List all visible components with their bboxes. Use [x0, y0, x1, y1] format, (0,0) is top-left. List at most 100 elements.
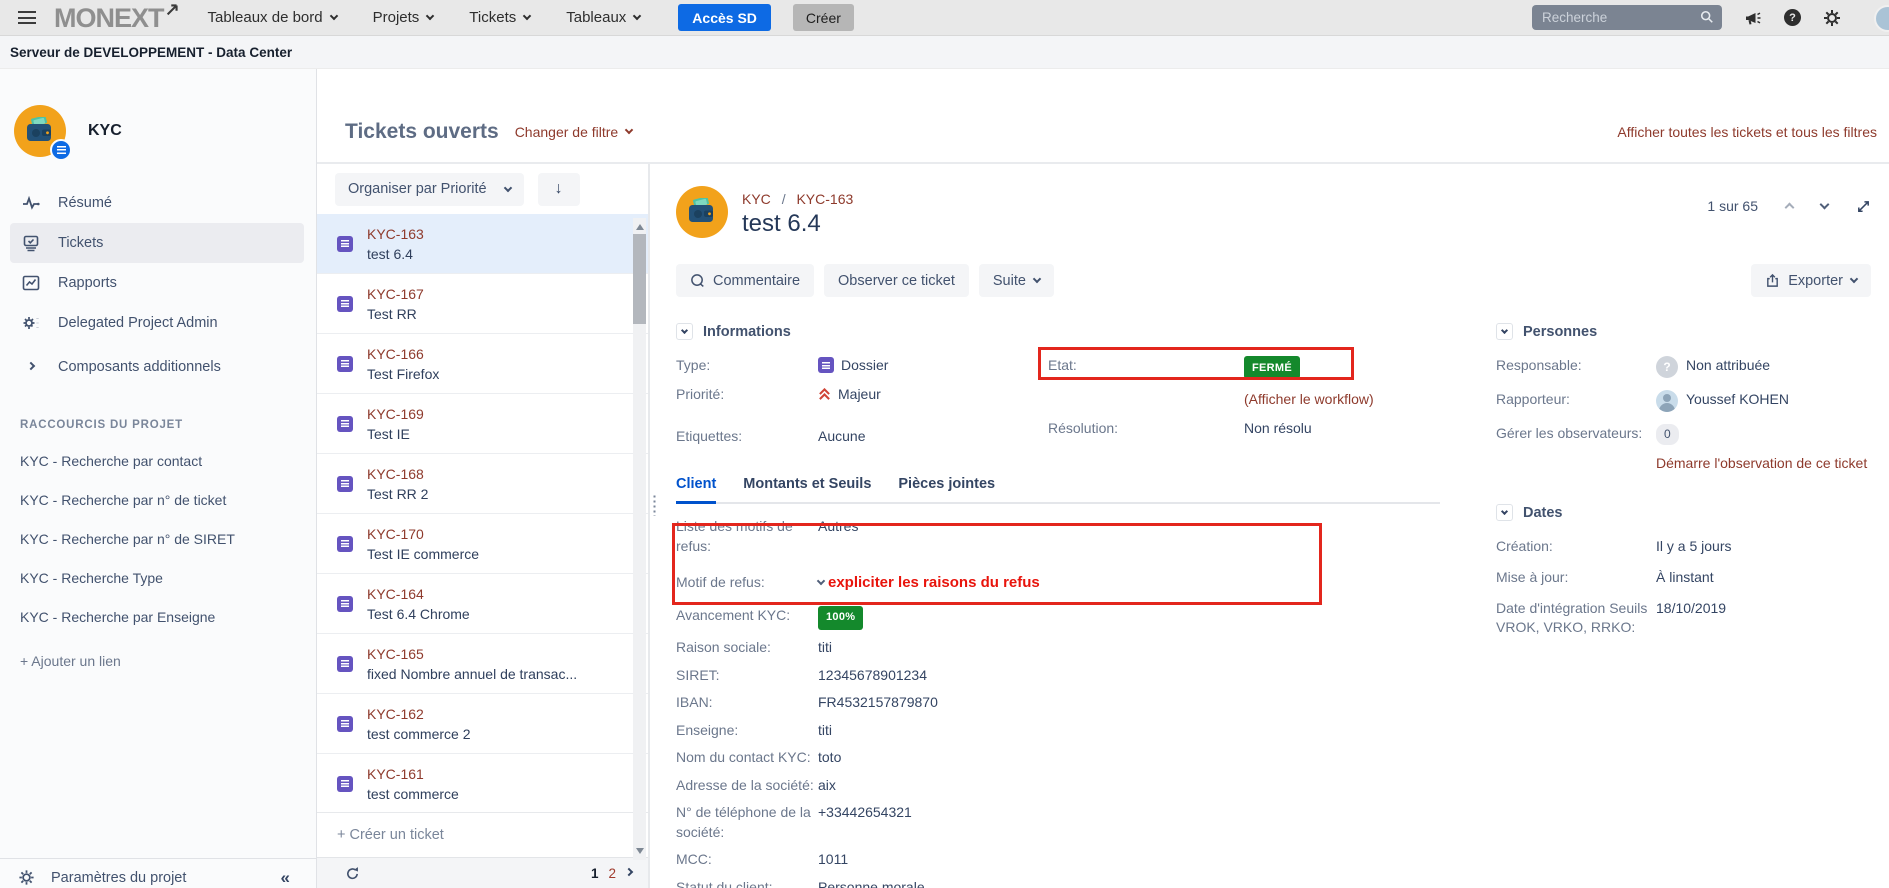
- ticket-list-item[interactable]: KYC-169Test IE: [317, 394, 648, 454]
- pagination-current: 1: [591, 866, 599, 881]
- refresh-icon[interactable]: [345, 866, 360, 881]
- field-adresse-societe: Adresse de la société: aix: [676, 776, 1488, 796]
- shortcut-recherche-type[interactable]: KYC - Recherche Type: [20, 570, 298, 586]
- field-statut-client: Statut du client: Personne morale: [676, 878, 1488, 888]
- watchers-field: Gérer les observateurs: 0 Démarre l'obse…: [1496, 424, 1889, 474]
- export-button[interactable]: Exporter: [1751, 264, 1871, 297]
- main-menu: Tableaux de bord Projets Tickets Tableau…: [208, 9, 641, 26]
- nav-tickets[interactable]: Tickets: [469, 9, 530, 26]
- tab-pieces-jointes[interactable]: Pièces jointes: [898, 476, 995, 502]
- help-icon[interactable]: ?: [1784, 9, 1801, 26]
- collapse-section-icon[interactable]: [1496, 323, 1513, 340]
- tab-client[interactable]: Client: [676, 476, 716, 504]
- sidebar-item-rapports[interactable]: Rapports: [0, 263, 316, 303]
- avancement-badge: 100%: [818, 606, 863, 631]
- expand-icon[interactable]: [1856, 199, 1871, 214]
- panel-resize-handle[interactable]: [652, 494, 657, 516]
- ticket-list-item[interactable]: KYC-163test 6.4: [317, 214, 648, 274]
- breadcrumb-project-link[interactable]: KYC: [742, 191, 771, 207]
- more-actions-button[interactable]: Suite: [979, 264, 1054, 297]
- shortcut-recherche-siret[interactable]: KYC - Recherche par n° de SIRET: [20, 531, 298, 547]
- sidebar-item-tickets[interactable]: Tickets: [10, 223, 304, 263]
- sidebar-item-resume[interactable]: Résumé: [0, 183, 316, 223]
- list-bottom-bar: 1 2: [317, 857, 648, 888]
- chevron-right-icon: [22, 366, 40, 369]
- hamburger-menu-icon[interactable]: [18, 11, 36, 24]
- nav-tableaux-de-bord[interactable]: Tableaux de bord: [208, 9, 337, 26]
- monext-logo[interactable]: MONEXT: [54, 0, 164, 36]
- search-input[interactable]: [1532, 10, 1722, 25]
- field-nom-contact-kyc: Nom du contact KYC: toto: [676, 748, 1488, 768]
- next-ticket-icon[interactable]: [1820, 200, 1830, 210]
- updated-field: Mise à jour: À linstant: [1496, 568, 1889, 587]
- ticket-list-item[interactable]: KYC-161test commerce: [317, 754, 648, 812]
- ticket-list-item[interactable]: KYC-164Test 6.4 Chrome: [317, 574, 648, 634]
- tab-montants-seuils[interactable]: Montants et Seuils: [743, 476, 871, 502]
- ticket-list-item[interactable]: KYC-166Test Firefox: [317, 334, 648, 394]
- detail-right-column: Personnes Responsable: ? Non attribuée: [1488, 323, 1889, 888]
- creer-button[interactable]: Créer: [793, 4, 854, 31]
- ticket-list-item[interactable]: KYC-167Test RR: [317, 274, 648, 334]
- watch-ticket-button[interactable]: Observer ce ticket: [824, 264, 969, 297]
- ticket-list-item[interactable]: KYC-170Test IE commerce: [317, 514, 648, 574]
- ticket-list: KYC-163test 6.4 KYC-167Test RR KYC-166Te…: [317, 214, 648, 812]
- sidebar-item-composants[interactable]: Composants additionnels: [0, 349, 316, 385]
- change-filter-link[interactable]: Changer de filtre: [515, 124, 633, 140]
- previous-ticket-icon[interactable]: [1785, 203, 1795, 213]
- integration-date-field: Date d'intégration Seuils VROK, VRKO, RR…: [1496, 599, 1889, 637]
- issue-type-icon: [818, 357, 834, 373]
- shortcut-recherche-ticket[interactable]: KYC - Recherche par n° de ticket: [20, 492, 298, 508]
- sidebar-item-delegated-admin[interactable]: Delegated Project Admin: [0, 303, 316, 343]
- add-link-button[interactable]: + Ajouter un lien: [20, 653, 298, 669]
- project-settings-label[interactable]: Paramètres du projet: [51, 870, 186, 886]
- list-scrollbar[interactable]: [633, 218, 646, 860]
- user-avatar[interactable]: [1874, 5, 1889, 32]
- settings-gear-icon[interactable]: [1823, 9, 1841, 27]
- project-sidebar: KYC Résumé Tickets Rapports Delegated P: [0, 69, 317, 888]
- dates-section-header: Dates: [1496, 504, 1889, 521]
- ticket-list-item[interactable]: KYC-168Test RR 2: [317, 454, 648, 514]
- search-icon[interactable]: [1700, 10, 1714, 24]
- announcements-megaphone-icon[interactable]: [1744, 9, 1762, 27]
- collapse-section-icon[interactable]: [1496, 504, 1513, 521]
- ticket-project-avatar: [676, 186, 728, 238]
- reporter-avatar: [1656, 390, 1678, 412]
- create-ticket-link[interactable]: + Créer un ticket: [337, 827, 444, 843]
- project-shortcuts: RACCOURCIS DU PROJET KYC - Recherche par…: [0, 385, 316, 669]
- sort-direction-button[interactable]: ↓: [538, 173, 580, 206]
- chevron-down-icon: [1033, 275, 1041, 283]
- detail-tabs: Client Montants et Seuils Pièces jointes: [676, 476, 1440, 504]
- pagination-next-icon[interactable]: [625, 867, 633, 875]
- informations-section-header: Informations: [676, 323, 1488, 340]
- field-raison-sociale: Raison sociale: titi: [676, 638, 1488, 658]
- sort-by-dropdown[interactable]: Organiser par Priorité: [335, 173, 524, 206]
- acces-sd-button[interactable]: Accès SD: [678, 4, 771, 31]
- collapse-sidebar-button[interactable]: «: [281, 868, 290, 888]
- pagination: 1 2: [591, 866, 632, 881]
- collapse-section-icon[interactable]: [676, 323, 693, 340]
- shortcut-recherche-contact[interactable]: KYC - Recherche par contact: [20, 453, 298, 469]
- ticket-list-item[interactable]: KYC-162test commerce 2: [317, 694, 648, 754]
- reporter-field: Rapporteur: Youssef KOHEN: [1496, 390, 1889, 412]
- breadcrumb-ticket-link[interactable]: KYC-163: [796, 191, 853, 207]
- chevron-down-icon: [625, 126, 633, 134]
- project-avatar[interactable]: [14, 105, 66, 157]
- issue-type-icon: [337, 416, 353, 432]
- gear-settings-icon: [22, 315, 40, 331]
- shortcut-recherche-enseigne[interactable]: KYC - Recherche par Enseigne: [20, 609, 298, 625]
- scrollbar-thumb[interactable]: [633, 234, 646, 324]
- show-all-tickets-link[interactable]: Afficher toutes les tickets et tous les …: [1617, 124, 1877, 140]
- start-watching-link[interactable]: Démarre l'observation de ce ticket: [1656, 453, 1867, 474]
- status-field: Etat: FERMÉ: [1048, 356, 1488, 379]
- nav-tableaux[interactable]: Tableaux: [566, 9, 640, 26]
- comment-button[interactable]: Commentaire: [676, 264, 814, 297]
- scroll-up-arrow[interactable]: [636, 224, 644, 230]
- chevron-down-icon[interactable]: [817, 577, 825, 585]
- nav-projets[interactable]: Projets: [373, 9, 434, 26]
- comment-icon: [690, 273, 705, 288]
- scroll-down-arrow[interactable]: [636, 848, 644, 854]
- show-workflow-link[interactable]: (Afficher le workflow): [1244, 390, 1374, 408]
- ticket-header: KYC / KYC-163 test 6.4 1 sur 65: [676, 186, 1889, 238]
- ticket-list-item[interactable]: KYC-165fixed Nombre annuel de transac...: [317, 634, 648, 694]
- pagination-page-2[interactable]: 2: [608, 866, 616, 881]
